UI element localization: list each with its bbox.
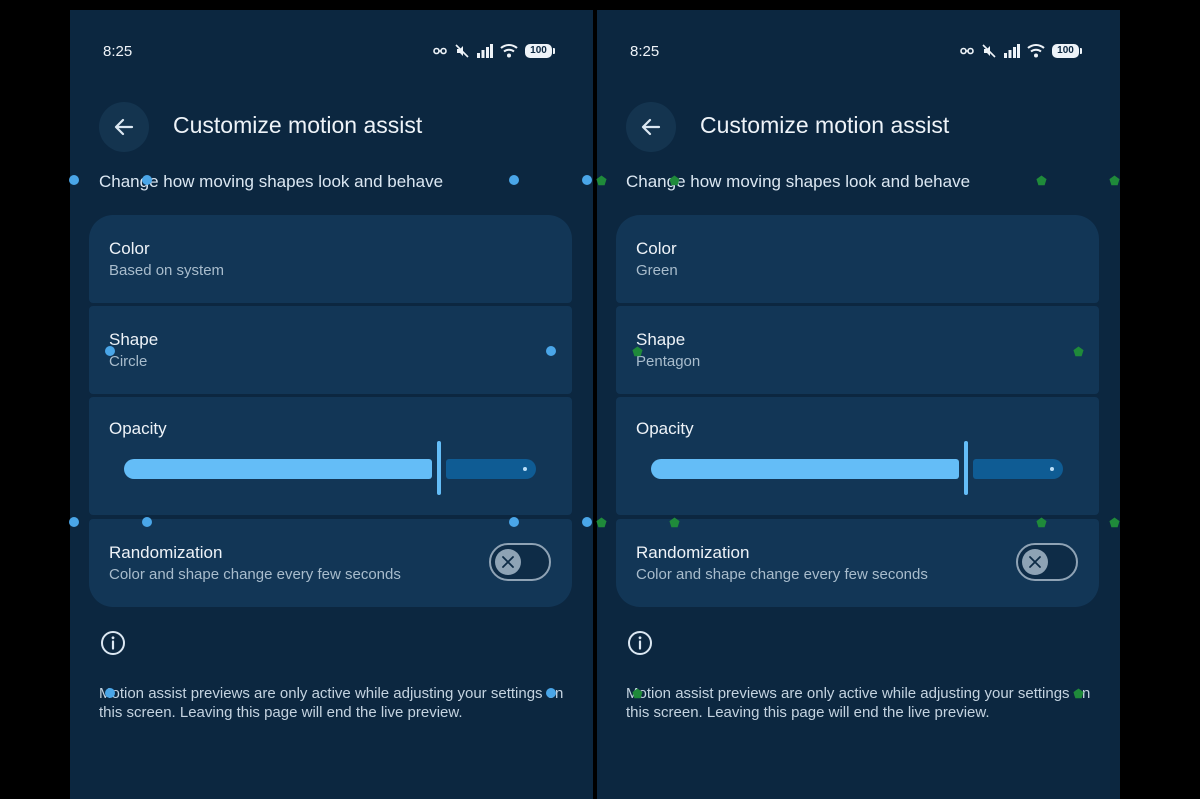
randomization-setting[interactable]: Randomization Color and shape change eve… <box>89 519 572 607</box>
shape-setting[interactable]: Shape Pentagon <box>616 306 1099 394</box>
opacity-slider-thumb[interactable] <box>437 441 441 495</box>
randomization-label: Randomization <box>109 543 223 562</box>
opacity-slider-active-track <box>651 459 959 479</box>
color-setting-value: Based on system <box>109 262 225 279</box>
opacity-setting-label: Opacity <box>636 419 694 438</box>
color-setting[interactable]: Color Green <box>616 215 1099 303</box>
wifi-icon <box>500 44 518 58</box>
randomization-description: Color and shape change every few seconds <box>109 566 401 583</box>
shape-setting-label: Shape <box>109 330 159 349</box>
motion-marker-circle <box>509 175 519 185</box>
phone-screen-left: 8:25 100 Customize motion assist Change … <box>70 10 593 799</box>
opacity-slider[interactable] <box>651 437 1063 495</box>
motion-marker-pentagon <box>1036 175 1047 186</box>
toggle-knob <box>495 549 521 575</box>
status-time: 8:25 <box>103 43 133 60</box>
motion-marker-circle <box>105 688 115 698</box>
motion-marker-circle <box>582 517 592 527</box>
vpn-key-icon <box>960 47 974 55</box>
toggle-knob <box>1022 549 1048 575</box>
motion-marker-circle <box>509 517 519 527</box>
phone-screen-right: 8:25 100 Customize motion assist Change … <box>597 10 1120 799</box>
vpn-key-icon <box>433 47 447 55</box>
color-setting-label: Color <box>109 239 150 258</box>
motion-marker-pentagon <box>669 517 680 528</box>
opacity-slider[interactable] <box>124 437 536 495</box>
motion-marker-circle <box>546 688 556 698</box>
page-title: Customize motion assist <box>173 112 423 138</box>
status-icons: 100 <box>433 42 558 62</box>
opacity-slider-active-track <box>124 459 432 479</box>
info-icon <box>628 631 652 655</box>
motion-marker-circle <box>69 175 79 185</box>
signal-icon <box>1004 44 1020 58</box>
randomization-description: Color and shape change every few seconds <box>636 566 928 583</box>
motion-marker-pentagon <box>632 688 643 699</box>
motion-marker-circle <box>142 517 152 527</box>
motion-marker-pentagon <box>1036 517 1047 528</box>
opacity-setting: Opacity <box>89 397 572 515</box>
close-icon <box>502 556 514 568</box>
motion-marker-circle <box>69 517 79 527</box>
motion-marker-pentagon <box>669 175 680 186</box>
battery-indicator: 100 <box>1052 44 1079 58</box>
randomization-label: Randomization <box>636 543 750 562</box>
opacity-slider-end-dot <box>523 467 527 471</box>
back-button[interactable] <box>99 102 149 152</box>
motion-marker-pentagon <box>1109 175 1120 186</box>
opacity-slider-end-dot <box>1050 467 1054 471</box>
shape-setting[interactable]: Shape Circle <box>89 306 572 394</box>
battery-nub <box>1080 48 1082 54</box>
motion-marker-pentagon <box>596 175 607 186</box>
page-title: Customize motion assist <box>700 112 950 138</box>
battery-nub <box>553 48 555 54</box>
shape-setting-value: Circle <box>109 353 148 370</box>
status-time: 8:25 <box>630 43 660 60</box>
motion-marker-circle <box>142 175 152 185</box>
motion-marker-circle <box>105 346 115 356</box>
opacity-slider-thumb[interactable] <box>964 441 968 495</box>
mute-icon <box>455 44 469 58</box>
color-setting[interactable]: Color Based on system <box>89 215 572 303</box>
motion-marker-pentagon <box>1109 517 1120 528</box>
randomization-setting[interactable]: Randomization Color and shape change eve… <box>616 519 1099 607</box>
opacity-setting-label: Opacity <box>109 419 167 438</box>
preview-info-note: Motion assist previews are only active w… <box>626 685 1091 721</box>
shape-setting-label: Shape <box>636 330 686 349</box>
signal-icon <box>477 44 493 58</box>
battery-indicator: 100 <box>525 44 552 58</box>
preview-info-note: Motion assist previews are only active w… <box>99 685 564 721</box>
motion-marker-circle <box>582 175 592 185</box>
back-button[interactable] <box>626 102 676 152</box>
color-setting-value: Green <box>636 262 678 279</box>
status-icons: 100 <box>960 42 1085 62</box>
randomization-toggle[interactable] <box>1016 543 1078 581</box>
color-setting-label: Color <box>636 239 677 258</box>
close-icon <box>1029 556 1041 568</box>
arrow-back-icon <box>641 118 661 136</box>
motion-marker-circle <box>546 346 556 356</box>
motion-marker-pentagon <box>632 346 643 357</box>
motion-marker-pentagon <box>596 517 607 528</box>
opacity-setting: Opacity <box>616 397 1099 515</box>
randomization-toggle[interactable] <box>489 543 551 581</box>
shape-setting-value: Pentagon <box>636 353 701 370</box>
motion-marker-pentagon <box>1073 346 1084 357</box>
arrow-back-icon <box>114 118 134 136</box>
mute-icon <box>982 44 996 58</box>
motion-marker-pentagon <box>1073 688 1084 699</box>
info-icon <box>101 631 125 655</box>
wifi-icon <box>1027 44 1045 58</box>
